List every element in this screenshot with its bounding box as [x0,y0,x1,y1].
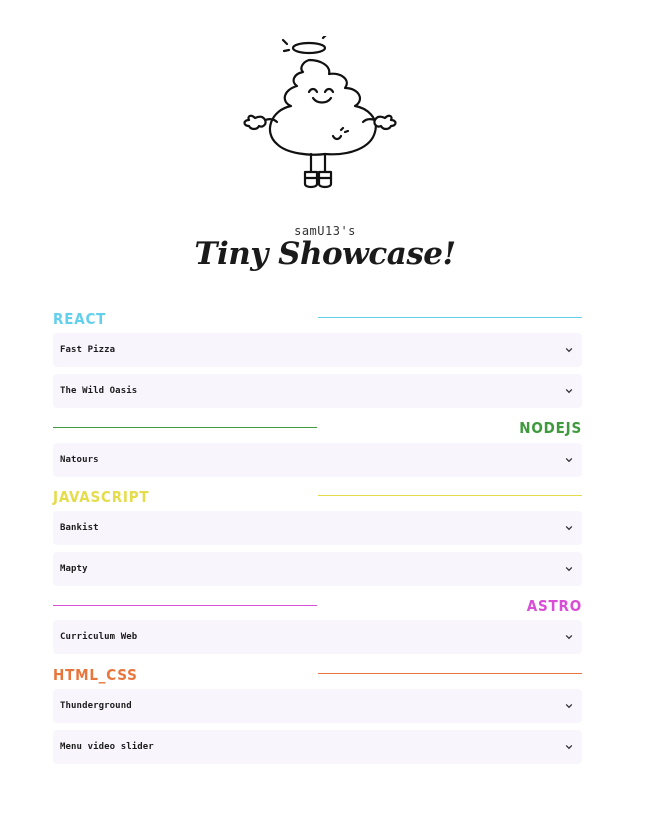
section-label: HTML_CSS [53,666,138,684]
project-card-curriculum-web[interactable]: Curriculum Web [53,620,582,654]
section-divider [318,495,582,496]
project-label: Fast Pizza [60,345,116,355]
chevron-down-icon[interactable] [564,564,574,574]
section-header-javascript: JAVASCRIPT [53,486,582,508]
project-card-bankist[interactable]: Bankist [53,511,582,545]
project-label: Natours [60,455,99,465]
project-label: Bankist [60,523,99,533]
project-label: Menu video slider [60,742,154,752]
chevron-down-icon[interactable] [564,523,574,533]
chevron-down-icon[interactable] [564,455,574,465]
section-divider [318,317,582,318]
project-card-fast-pizza[interactable]: Fast Pizza [53,333,582,367]
section-label: REACT [53,310,107,328]
section-label: NODEJS [519,419,582,437]
section-header-html-css: HTML_CSS [53,664,582,686]
project-label: The Wild Oasis [60,386,138,396]
section-label: ASTRO [526,597,582,615]
section-header-react: REACT [53,308,582,330]
section-divider [53,427,317,428]
chevron-down-icon[interactable] [564,701,574,711]
chevron-down-icon[interactable] [564,386,574,396]
project-label: Mapty [60,564,88,574]
project-label: Thunderground [60,701,132,711]
project-label: Curriculum Web [60,632,138,642]
chevron-down-icon[interactable] [564,742,574,752]
chevron-down-icon[interactable] [564,632,574,642]
project-card-menu-video-slider[interactable]: Menu video slider [53,730,582,764]
mascot-illustration [243,36,397,189]
section-header-astro: ASTRO [53,595,582,617]
project-card-thunderground[interactable]: Thunderground [53,689,582,723]
page-title: Tiny Showcase! [194,236,456,272]
project-card-mapty[interactable]: Mapty [53,552,582,586]
section-divider [53,605,317,606]
chevron-down-icon[interactable] [564,345,574,355]
section-label: JAVASCRIPT [53,488,150,506]
project-card-natours[interactable]: Natours [53,443,582,477]
project-card-the-wild-oasis[interactable]: The Wild Oasis [53,374,582,408]
section-header-nodejs: NODEJS [53,417,582,439]
section-divider [318,673,582,674]
